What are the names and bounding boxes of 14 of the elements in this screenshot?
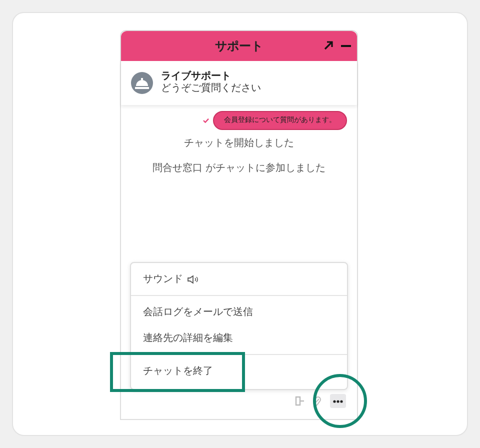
more-button[interactable] <box>330 394 346 408</box>
speaker-icon <box>187 274 198 284</box>
menu-item[interactable]: チャットを終了 <box>131 358 347 384</box>
agent-name: ライブサポート <box>161 71 232 82</box>
agent-status: どうぞご質問ください <box>161 83 261 95</box>
bell-icon <box>131 72 153 94</box>
window-title: サポート <box>215 38 263 55</box>
menu-item[interactable]: サウンド <box>131 266 347 292</box>
system-message: 問合せ窓口 がチャットに参加しました <box>152 162 326 176</box>
menu-item[interactable]: 会話ログをメールで送信 <box>131 299 347 325</box>
more-icon <box>333 400 343 402</box>
expand-icon[interactable] <box>324 41 333 50</box>
menu-item[interactable]: 連絡先の詳細を編集 <box>131 325 347 351</box>
system-message: チャットを開始しました <box>184 136 294 150</box>
